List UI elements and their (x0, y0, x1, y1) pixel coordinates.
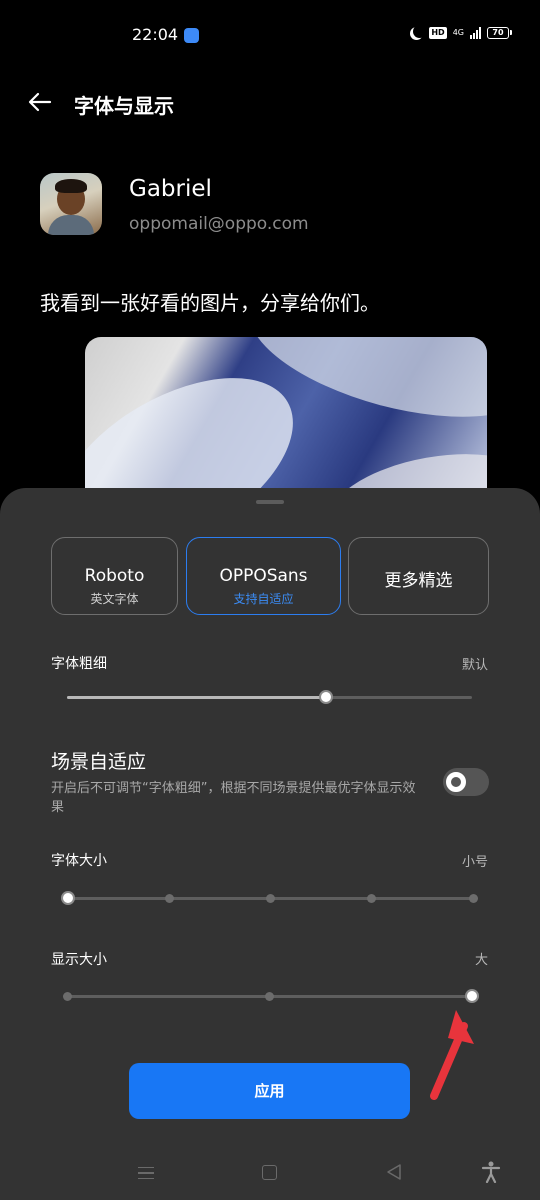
display-size-slider-step[interactable] (62, 992, 72, 1001)
font-option-sublabel: 支持自适应 (233, 592, 294, 606)
arrow-left-icon (28, 92, 52, 112)
font-option-more[interactable]: 更多精选 (348, 537, 489, 615)
menu-icon[interactable] (138, 1167, 154, 1179)
signal-icon (470, 26, 481, 39)
avatar (40, 173, 102, 235)
font-size-slider-step[interactable] (468, 894, 478, 903)
toggle-knob (446, 772, 466, 792)
status-indicators: HD 4G 70 (410, 26, 512, 39)
battery-level: 70 (487, 26, 509, 39)
font-weight-slider-fill (67, 696, 327, 699)
hd-badge: HD (429, 26, 447, 39)
status-time: 22:04 (132, 25, 179, 44)
font-option-opposans[interactable]: OPPOSans 支持自适应 (186, 537, 341, 615)
home-icon[interactable] (262, 1165, 277, 1180)
display-size-label: 显示大小 (51, 952, 107, 968)
font-size-slider-step[interactable] (367, 894, 377, 903)
profile-name: Gabriel (129, 176, 212, 202)
do-not-disturb-icon (413, 25, 426, 38)
battery-icon: 70 (487, 26, 512, 39)
display-size-slider[interactable] (62, 989, 479, 1003)
font-size-label: 字体大小 (51, 853, 107, 869)
app-notification-icon (184, 28, 199, 43)
font-weight-slider-thumb[interactable] (319, 690, 334, 704)
font-option-label: 更多精选 (384, 571, 453, 591)
back-triangle-icon[interactable] (386, 1163, 402, 1181)
font-option-roboto[interactable]: Roboto 英文字体 (51, 537, 178, 615)
font-size-slider[interactable] (61, 891, 478, 905)
back-button[interactable] (26, 88, 54, 116)
adaptive-description: 开启后不可调节“字体粗细”，根据不同场景提供最优字体显示效果 (51, 781, 416, 815)
adaptive-toggle[interactable] (443, 768, 489, 796)
font-option-label: OPPOSans (219, 566, 308, 586)
accessibility-icon[interactable] (481, 1161, 501, 1183)
apply-button[interactable]: 应用 (129, 1063, 410, 1119)
font-option-label: Roboto (84, 566, 145, 586)
page-title: 字体与显示 (74, 94, 174, 118)
status-bar: 22:04 HD 4G 70 (0, 0, 540, 70)
font-option-sublabel: 英文字体 (90, 592, 139, 606)
font-size-slider-step[interactable] (266, 894, 275, 903)
preview-image (85, 337, 487, 507)
font-size-slider-step[interactable] (164, 894, 174, 903)
font-weight-label: 字体粗细 (51, 656, 107, 672)
font-size-slider-thumb[interactable] (61, 891, 75, 905)
navigation-bar (0, 1138, 540, 1200)
annotation-arrow-icon (430, 1010, 474, 1100)
font-size-value: 小号 (461, 855, 488, 870)
font-weight-slider[interactable] (67, 690, 472, 704)
profile-email: oppomail@oppo.com (129, 214, 309, 234)
adaptive-title: 场景自适应 (51, 751, 147, 773)
display-size-slider-step[interactable] (265, 992, 274, 1001)
font-weight-value: 默认 (461, 658, 488, 673)
preview-message: 我看到一张好看的图片，分享给你们。 (40, 291, 380, 315)
display-size-value: 大 (474, 953, 488, 968)
network-type: 4G (452, 27, 464, 37)
drag-handle[interactable] (256, 500, 284, 504)
